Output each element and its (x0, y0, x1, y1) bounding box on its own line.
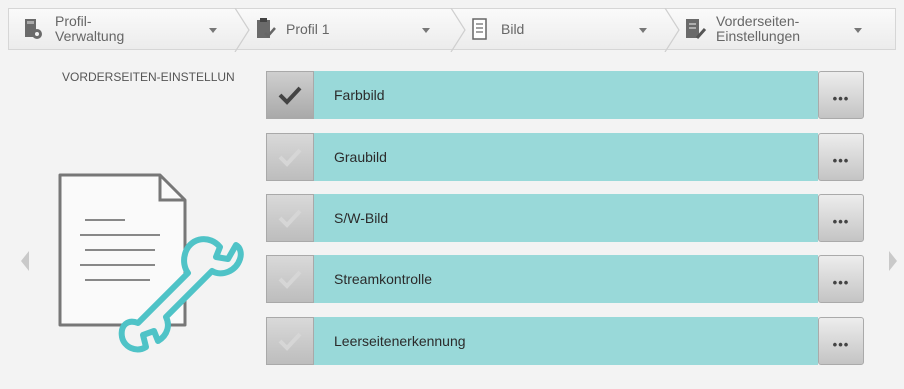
chevron-down-icon[interactable] (854, 28, 862, 33)
option-label[interactable]: Farbbild (314, 71, 818, 119)
previous-arrow-icon[interactable] (18, 248, 32, 274)
option-checkbox[interactable] (266, 255, 314, 303)
option-row-bw: S/W-Bild ••• (266, 194, 864, 242)
option-checkbox[interactable] (266, 133, 314, 181)
chevron-down-icon[interactable] (209, 28, 217, 33)
crumb-front-settings[interactable]: Vorderseiten- Einstellungen (664, 9, 889, 49)
option-checkbox[interactable] (266, 194, 314, 242)
checkmark-icon (278, 332, 302, 351)
profile-gear-icon (21, 16, 47, 42)
option-row-color: Farbbild ••• (266, 71, 864, 119)
document-wrench-icon (58, 173, 244, 353)
crumb-profile-1[interactable]: Profil 1 (234, 9, 449, 49)
crumb-label: Vorderseiten- Einstellungen (716, 13, 801, 44)
more-options-button[interactable]: ••• (818, 317, 864, 365)
next-arrow-icon[interactable] (886, 248, 900, 274)
option-label[interactable]: Leerseitenerkennung (314, 317, 818, 365)
chevron-down-icon[interactable] (639, 28, 647, 33)
panel-title: VORDERSEITEN-EINSTELLUN (62, 70, 235, 84)
checkmark-icon (278, 209, 302, 228)
option-label[interactable]: S/W-Bild (314, 194, 818, 242)
chevron-down-icon[interactable] (422, 28, 430, 33)
option-row-stream: Streamkontrolle ••• (266, 255, 864, 303)
more-options-button[interactable]: ••• (818, 133, 864, 181)
more-options-button[interactable]: ••• (818, 255, 864, 303)
crumb-image[interactable]: Bild (449, 9, 664, 49)
crumb-label: Profil 1 (286, 20, 330, 37)
crumb-label: Bild (501, 20, 525, 37)
option-row-gray: Graubild ••• (266, 133, 864, 181)
clipboard-check-icon (252, 16, 278, 42)
checkmark-icon (278, 270, 302, 289)
more-options-button[interactable]: ••• (818, 194, 864, 242)
crumb-label: Profil- Verwaltung (55, 13, 125, 44)
crumb-profile-management[interactable]: Profil- Verwaltung (9, 9, 234, 49)
document-icon (467, 16, 493, 42)
document-edit-icon (682, 16, 708, 42)
checkmark-icon (278, 86, 302, 105)
more-options-button[interactable]: ••• (818, 71, 864, 119)
option-label[interactable]: Graubild (314, 133, 818, 181)
option-label[interactable]: Streamkontrolle (314, 255, 818, 303)
option-checkbox[interactable] (266, 71, 314, 119)
option-row-blank-page: Leerseitenerkennung ••• (266, 317, 864, 365)
option-checkbox[interactable] (266, 317, 314, 365)
breadcrumb: Profil- Verwaltung Profil 1 Bild Vorders… (8, 8, 896, 52)
checkmark-icon (278, 148, 302, 167)
